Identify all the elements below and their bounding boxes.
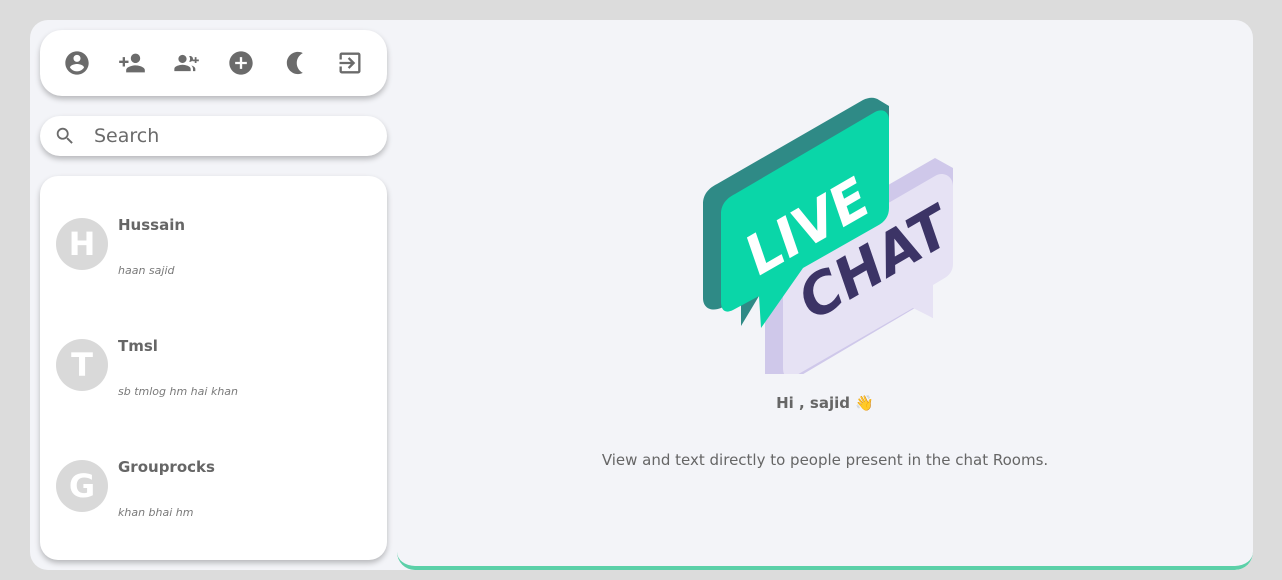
app-window: H Hussain haan sajid T Tmsl sb tmlog hm … xyxy=(30,20,1253,570)
greeting-text: Hi , sajid 👋 xyxy=(776,394,874,412)
dark-mode-toggle[interactable] xyxy=(277,45,313,81)
chat-list-item[interactable]: T Tmsl sb tmlog hm hai khan xyxy=(40,317,387,417)
search-icon xyxy=(56,127,73,144)
logout-icon xyxy=(339,52,361,74)
avatar: H xyxy=(56,218,108,270)
chat-name: Tmsl xyxy=(118,337,158,355)
add-contact-button[interactable] xyxy=(114,45,150,81)
profile-button[interactable] xyxy=(59,45,95,81)
chat-last-message: haan sajid xyxy=(118,264,175,277)
account-circle-icon xyxy=(65,51,89,75)
add-group-icon xyxy=(174,54,200,72)
chat-list-item[interactable]: G Grouprocks khan bhai hm xyxy=(40,438,387,538)
add-user-icon xyxy=(118,53,145,73)
avatar: G xyxy=(56,460,108,512)
chat-name: Hussain xyxy=(118,216,186,234)
logout-button[interactable] xyxy=(332,45,368,81)
welcome-panel: CHAT LIVE Hi , sajid 👋 View and text dir… xyxy=(397,20,1253,570)
chat-list: H Hussain haan sajid T Tmsl sb tmlog hm … xyxy=(40,176,387,560)
add-circle-icon xyxy=(229,51,253,75)
new-room-button[interactable] xyxy=(223,45,259,81)
chat-last-message: sb tmlog hm hai khan xyxy=(118,385,239,398)
chat-last-message: khan bhai hm xyxy=(118,506,194,519)
search-input[interactable] xyxy=(92,124,346,148)
add-group-button[interactable] xyxy=(168,45,204,81)
chat-name: Grouprocks xyxy=(118,458,215,476)
toolbar xyxy=(40,30,387,96)
welcome-description: View and text directly to people present… xyxy=(601,451,1049,469)
chat-list-item[interactable]: H Hussain haan sajid xyxy=(40,196,387,296)
live-chat-logo: CHAT LIVE xyxy=(703,97,958,374)
dark-mode-icon xyxy=(287,51,304,75)
search-bar xyxy=(40,116,387,156)
avatar: T xyxy=(56,339,108,391)
